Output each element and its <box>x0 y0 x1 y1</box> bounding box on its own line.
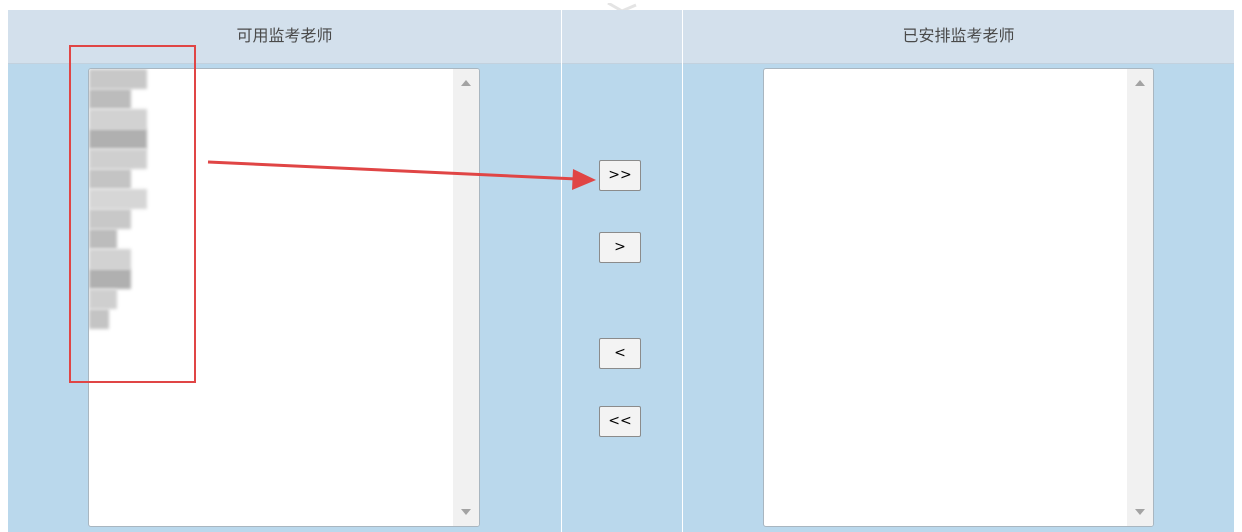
assigned-body <box>683 64 1234 532</box>
controls-header <box>562 10 682 64</box>
available-list-scrollbar[interactable] <box>453 69 479 526</box>
add-all-button[interactable]: >> <box>599 160 641 191</box>
assigned-header: 已安排监考老师 <box>683 10 1234 64</box>
annotation-highlight-box <box>69 45 196 383</box>
scroll-up-arrow-icon[interactable] <box>461 80 471 86</box>
assigned-list-scrollbar[interactable] <box>1127 69 1153 526</box>
controls-panel: >> > < << <box>562 10 682 532</box>
scroll-down-arrow-icon[interactable] <box>1135 509 1145 515</box>
assigned-panel: 已安排监考老师 <box>683 10 1234 532</box>
assigned-teachers-list[interactable] <box>763 68 1154 527</box>
scroll-down-arrow-icon[interactable] <box>461 509 471 515</box>
scroll-up-arrow-icon[interactable] <box>1135 80 1145 86</box>
remove-selected-button[interactable]: < <box>599 338 641 369</box>
add-selected-button[interactable]: > <box>599 232 641 263</box>
top-decoration <box>600 0 650 13</box>
controls-body: >> > < << <box>562 64 682 532</box>
remove-all-button[interactable]: << <box>599 406 641 437</box>
